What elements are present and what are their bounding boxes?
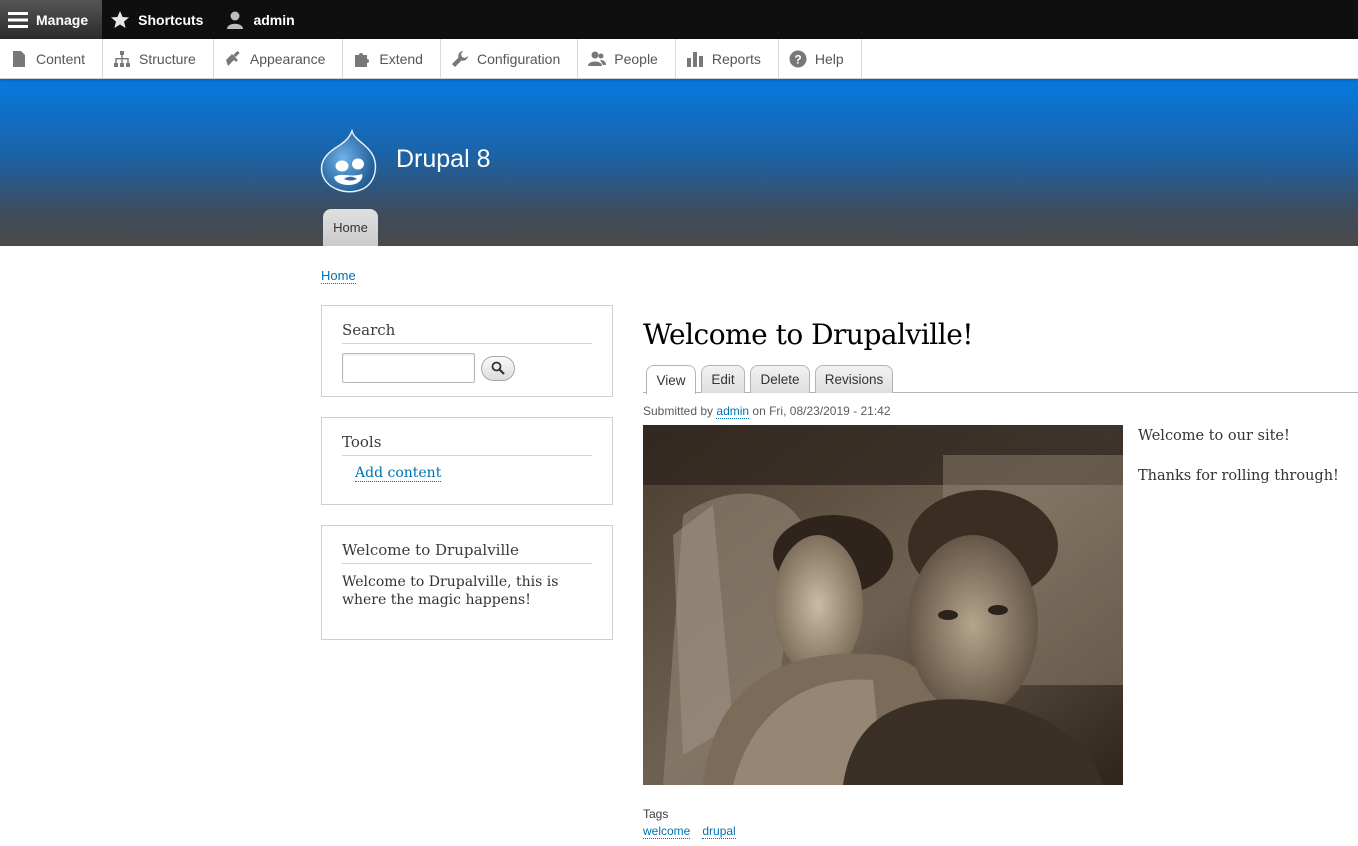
tags-label: Tags: [643, 807, 669, 821]
tray-item-reports[interactable]: Reports: [676, 39, 779, 78]
tray-item-extend[interactable]: Extend: [343, 39, 441, 78]
help-icon: ?: [789, 50, 807, 67]
tray-item-label: People: [614, 50, 658, 67]
tray-item-label: Extend: [379, 50, 423, 67]
admin-tray: Content Structure Appearance Extend Conf…: [0, 39, 1358, 79]
sitemap-icon: [114, 50, 131, 67]
search-block: Search: [321, 305, 613, 397]
site-name[interactable]: Drupal 8: [396, 145, 491, 174]
article-body: Welcome to our site! Thanks for rolling …: [1138, 426, 1339, 506]
star-icon: [111, 10, 130, 28]
tray-item-people[interactable]: People: [578, 39, 676, 78]
hamburger-icon: [8, 11, 28, 28]
tags-list: welcome drupal: [643, 824, 736, 839]
wrench-icon: [451, 50, 468, 67]
submitted-info: Submitted by admin on Fri, 08/23/2019 - …: [643, 404, 891, 419]
breadcrumb-home-link[interactable]: Home: [321, 268, 356, 284]
drupal-drop-icon: [320, 128, 377, 193]
tray-item-content[interactable]: Content: [0, 39, 104, 78]
tray-item-help[interactable]: ? Help: [779, 39, 862, 78]
tray-item-configuration[interactable]: Configuration: [441, 39, 579, 78]
tray-item-appearance[interactable]: Appearance: [214, 39, 344, 78]
tag-link-welcome[interactable]: welcome: [643, 824, 691, 839]
puzzle-icon: [355, 52, 370, 67]
manage-button[interactable]: Manage: [0, 0, 103, 39]
search-icon: [491, 361, 505, 375]
page-title: Welcome to Drupalville!: [643, 318, 974, 351]
admin-toolbar: Manage Shortcuts admin: [0, 0, 1358, 39]
main-nav-home[interactable]: Home: [323, 209, 378, 246]
tab-revisions[interactable]: Revisions: [815, 365, 893, 393]
body-paragraph: Welcome to our site!: [1138, 428, 1290, 444]
tray-item-label: Content: [36, 50, 86, 67]
welcome-block-title: Welcome to Drupalville: [342, 541, 592, 564]
site-header: Drupal 8 Home: [0, 79, 1358, 246]
drupal-logo[interactable]: [320, 128, 378, 193]
shortcuts-label: Shortcuts: [138, 11, 204, 28]
manage-label: Manage: [36, 11, 89, 28]
tray-item-structure[interactable]: Structure: [103, 39, 214, 78]
tray-item-label: Configuration: [476, 50, 561, 67]
tray-item-label: Appearance: [249, 50, 326, 67]
search-input[interactable]: [342, 353, 475, 383]
breadcrumb: Home: [321, 268, 356, 284]
tab-delete[interactable]: Delete: [750, 365, 810, 393]
search-submit-button[interactable]: [481, 355, 515, 381]
tab-view[interactable]: View: [646, 365, 696, 394]
tools-block-title: Tools: [342, 433, 592, 456]
user-button[interactable]: admin: [217, 0, 308, 39]
tools-block: Tools Add content: [321, 417, 613, 505]
author-link[interactable]: admin: [716, 404, 750, 419]
search-form: [342, 353, 592, 383]
user-icon: [227, 11, 244, 29]
user-label: admin: [253, 11, 295, 28]
tray-item-label: Reports: [711, 50, 761, 67]
shortcuts-button[interactable]: Shortcuts: [102, 0, 217, 39]
tools-menu: Add content: [342, 465, 592, 482]
submitted-prefix: Submitted by: [643, 404, 714, 418]
search-block-title: Search: [342, 321, 592, 344]
submitted-date: on Fri, 08/23/2019 - 21:42: [752, 404, 891, 418]
article-image: [643, 425, 1123, 785]
local-tasks-tabs: View Edit Delete Revisions: [643, 364, 1358, 394]
bar-chart-icon: [686, 51, 703, 67]
tray-item-label: Help: [814, 50, 844, 67]
sepia-photo: [643, 425, 1123, 785]
tag-link-drupal[interactable]: drupal: [702, 824, 736, 839]
welcome-block-text: Welcome to Drupalville, this is where th…: [342, 574, 559, 608]
file-icon: [13, 50, 25, 67]
people-icon: [588, 51, 607, 66]
add-content-link[interactable]: Add content: [355, 465, 442, 482]
tray-item-label: Structure: [139, 50, 196, 67]
tab-edit[interactable]: Edit: [701, 365, 745, 393]
welcome-block: Welcome to Drupalville Welcome to Drupal…: [321, 525, 613, 640]
body-paragraph: Thanks for rolling through!: [1138, 468, 1339, 484]
paintbrush-icon: [225, 50, 240, 66]
svg-text:?: ?: [794, 52, 801, 66]
